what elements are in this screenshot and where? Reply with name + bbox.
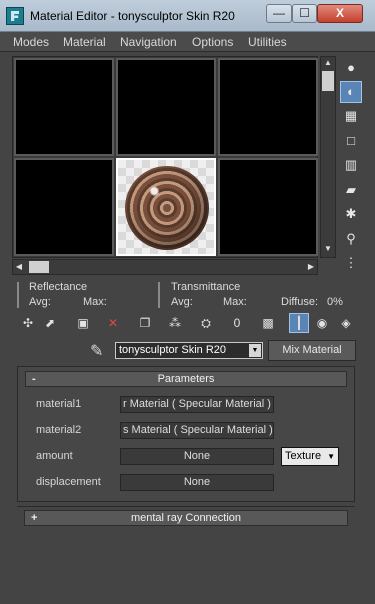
app-icon [6,7,24,25]
mental-ray-rollout-header[interactable]: + mental ray Connection [24,510,348,526]
menu-options[interactable]: Options [192,35,233,49]
sample-slot[interactable] [116,58,216,156]
put-to-library-icon[interactable]: ⛭ [196,313,216,333]
menu-utilities[interactable]: Utilities [248,35,287,49]
parameters-title: Parameters [157,373,215,385]
menu-bar: Modes Material Navigation Options Utilit… [0,32,375,52]
scroll-left-icon[interactable]: ◀ [13,261,25,273]
reset-map-icon[interactable]: ✕ [103,313,123,333]
sample-slot[interactable] [218,158,318,256]
close-button[interactable]: X [317,4,363,23]
slots-horizontal-scrollbar[interactable]: ◀ ▶ [12,259,318,275]
displacement-label: displacement [36,476,101,488]
sample-slot[interactable] [14,158,114,256]
show-shaded-material-icon[interactable]: ▩ [258,313,278,333]
maximize-button[interactable]: ☐ [292,4,317,23]
pick-material-icon[interactable]: ✎ [90,341,103,361]
slots-vertical-scrollbar[interactable]: ▲ ▼ [320,56,336,258]
displacement-map-button[interactable]: None [120,474,274,491]
material-name-dropdown-icon[interactable]: ▼ [249,344,261,357]
transmittance-group: Transmittance Avg: Max: Diffuse: 0% [158,281,358,308]
transmittance-title: Transmittance [171,281,241,293]
menu-material[interactable]: Material [63,35,106,49]
sample-slot[interactable] [218,58,318,156]
amount-type-dropdown[interactable]: Texture ▼ [281,447,339,466]
sample-slot-active[interactable] [116,158,216,256]
material1-button[interactable]: r Material ( Specular Material ) [120,396,274,413]
scroll-thumb[interactable] [29,261,49,273]
make-unique-icon[interactable]: ⁂ [165,313,185,333]
scroll-right-icon[interactable]: ▶ [305,261,317,273]
copy-material-icon[interactable]: ❐ [135,313,155,333]
show-end-result-icon[interactable]: ┃ [289,313,309,333]
transmittance-avg-label: Avg: [171,296,193,308]
sample-slots [12,56,318,258]
mental-ray-title: mental ray Connection [130,512,242,524]
transmittance-diffuse-label: Diffuse: [281,296,319,308]
sample-uv-tiling-icon[interactable]: □ [340,130,362,152]
get-material-icon[interactable]: ✣ [18,313,38,333]
title-bar[interactable]: Material Editor - tonysculptor Skin R20 … [0,0,375,32]
put-material-to-scene-icon[interactable]: ⬈ [40,313,60,333]
background-icon[interactable]: ▦ [340,105,362,127]
go-to-parent-icon[interactable]: ◉ [312,313,332,333]
backlight-icon[interactable]: ◐ [340,80,362,103]
amount-label: amount [36,450,73,462]
make-preview-icon[interactable]: ▰ [340,179,362,201]
assign-material-icon[interactable]: ▣ [73,313,93,333]
window-title: Material Editor - tonysculptor Skin R20 [30,9,235,23]
go-forward-to-sibling-icon[interactable]: ◈ [336,313,356,333]
material-preview-sphere [125,166,209,250]
sample-slot[interactable] [14,58,114,156]
select-by-material-icon[interactable]: ⚲ [340,228,362,250]
video-color-check-icon[interactable]: ▥ [340,154,362,176]
transmittance-diffuse-value: 0% [327,296,343,308]
reflectance-max-label: Max: [83,296,107,308]
scroll-down-icon[interactable]: ▼ [322,243,334,255]
options-icon[interactable]: ✱ [340,203,362,225]
scroll-thumb[interactable] [322,71,334,91]
reflectance-title: Reflectance [29,281,88,293]
menu-navigation[interactable]: Navigation [120,35,177,49]
parameters-rollout-header[interactable]: - Parameters [25,371,347,387]
material2-label: material2 [36,424,82,436]
reflectance-group: Reflectance Avg: Max: [17,281,147,308]
chevron-down-icon: ▼ [327,452,335,461]
material-id-channel-icon[interactable]: 0 [227,313,247,333]
material-type-button[interactable]: Mix Material [268,340,356,361]
transmittance-max-label: Max: [223,296,247,308]
expand-icon: + [31,512,38,524]
minimize-button[interactable]: — [266,4,292,23]
scroll-up-icon[interactable]: ▲ [322,57,334,69]
material-map-navigator-icon[interactable]: ⋮ [340,252,362,274]
material1-label: material1 [36,398,82,410]
amount-type-value: Texture [285,450,322,462]
material2-button[interactable]: s Material ( Specular Material ) [120,422,274,439]
amount-map-button[interactable]: None [120,448,274,465]
menu-modes[interactable]: Modes [13,35,49,49]
sample-type-icon[interactable]: ● [340,56,362,78]
reflectance-avg-label: Avg: [29,296,51,308]
collapse-icon: - [32,373,36,385]
material-name-field[interactable]: tonysculptor Skin R20 [115,342,263,359]
